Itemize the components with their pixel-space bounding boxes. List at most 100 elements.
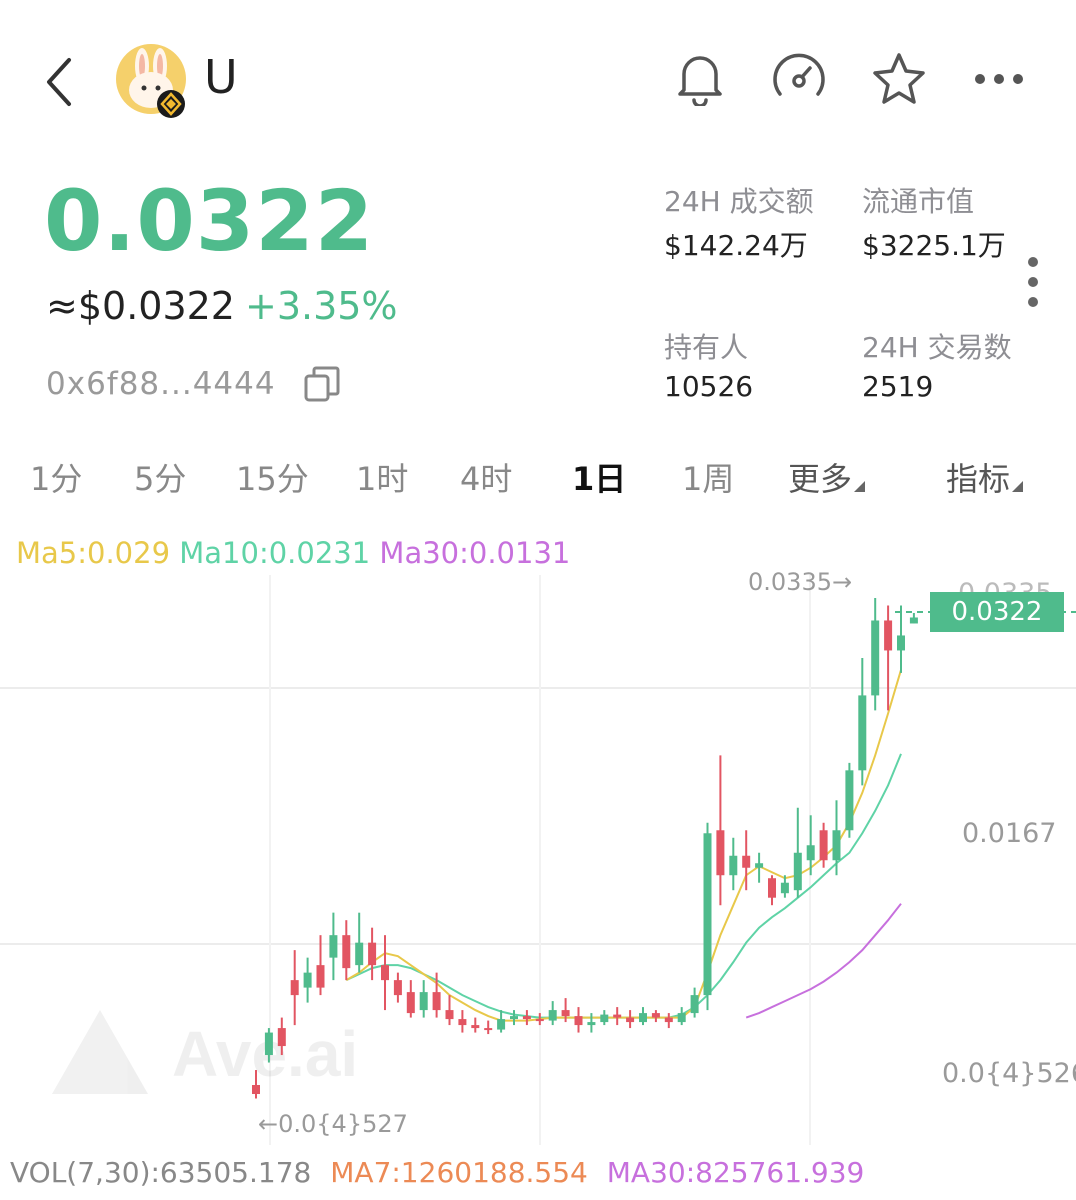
contract-address-row: 0x6f88...4444 xyxy=(46,364,342,404)
stat-label-tx-count: 24H 交易数 xyxy=(862,331,1012,364)
tab-1m[interactable]: 1分 xyxy=(30,454,82,500)
tab-more[interactable]: 更多 xyxy=(788,454,866,500)
ma30-value: Ma30:0.0131 xyxy=(379,536,571,570)
candle-body xyxy=(613,1014,622,1018)
ma-legend: Ma5:0.029 Ma10:0.0231 Ma30:0.0131 xyxy=(16,536,570,570)
candle-body xyxy=(664,1017,673,1023)
candle-body xyxy=(845,770,854,831)
candle-body xyxy=(716,830,725,876)
gauge-button[interactable] xyxy=(768,48,830,110)
low-marker: ←0.0{4}527 xyxy=(258,1110,408,1138)
stats-menu-button[interactable] xyxy=(1018,252,1048,312)
candle-body xyxy=(677,1013,686,1023)
candle-body xyxy=(484,1028,493,1031)
candle-body xyxy=(458,1019,467,1026)
candle-body xyxy=(768,878,776,898)
candle-body xyxy=(897,635,905,651)
favorite-button[interactable] xyxy=(868,48,930,110)
candle-body xyxy=(264,1032,273,1056)
candle-body xyxy=(729,855,738,876)
candlestick-chart[interactable]: Ave.ai xyxy=(0,575,1076,1145)
ma5-line xyxy=(345,669,902,1022)
watermark-logo: Ave.ai xyxy=(52,1010,358,1094)
contract-address: 0x6f88...4444 xyxy=(46,366,276,402)
candle-body xyxy=(342,935,351,969)
candle-body xyxy=(548,1010,557,1021)
alert-button[interactable] xyxy=(670,48,730,108)
candle-body xyxy=(368,942,377,966)
candle-body xyxy=(690,995,699,1014)
candle-body xyxy=(316,965,325,988)
current-price: 0.0322 xyxy=(44,172,375,270)
candle-body xyxy=(793,852,802,891)
candle-body xyxy=(832,830,841,861)
tab-1h[interactable]: 1时 xyxy=(356,454,408,500)
back-button[interactable] xyxy=(30,52,90,112)
more-options-button[interactable] xyxy=(968,56,1030,102)
candle-body xyxy=(909,617,918,624)
tab-indicators[interactable]: 指标 xyxy=(946,454,1024,500)
dropdown-triangle-icon xyxy=(854,481,866,492)
tab-4h[interactable]: 4时 xyxy=(460,454,512,500)
tab-indicators-label: 指标 xyxy=(946,460,1011,498)
stat-label-volume: 24H 成交额 xyxy=(664,185,814,218)
candle-body xyxy=(432,992,441,1011)
usd-price-row: ≈$0.0322 +3.35% xyxy=(46,284,398,328)
candle-body xyxy=(535,1019,544,1022)
ma30-line xyxy=(745,903,902,1019)
candle-body xyxy=(780,882,789,894)
stat-label-holders: 持有人 xyxy=(664,331,749,364)
candle-body xyxy=(303,972,312,988)
back-icon xyxy=(47,58,71,106)
vol-ma30-value: MA30:825761.939 xyxy=(606,1156,865,1189)
current-price-tag: 0.0322 xyxy=(930,592,1064,632)
tab-15m[interactable]: 15分 xyxy=(236,454,309,500)
y-axis-label-bottom: 0.0{4}526 xyxy=(942,1058,1076,1089)
candle-body xyxy=(252,1085,260,1095)
high-marker: 0.0335→ xyxy=(748,568,853,596)
candle-body xyxy=(639,1013,647,1023)
stat-value-holders: 10526 xyxy=(664,370,754,403)
dropdown-triangle-icon xyxy=(1012,481,1024,492)
stat-value-tx-count: 2519 xyxy=(862,370,934,403)
token-name: U xyxy=(204,50,238,104)
candle-body xyxy=(806,845,815,861)
ma10-value: Ma10:0.0231 xyxy=(179,536,371,570)
gauge-icon xyxy=(773,53,825,96)
candle-body xyxy=(561,1010,570,1017)
candle-body xyxy=(626,1017,635,1023)
star-icon xyxy=(873,53,925,104)
more-icon xyxy=(975,74,1023,84)
bell-icon xyxy=(678,56,722,106)
candle-body xyxy=(819,830,828,861)
candle-body xyxy=(871,620,880,696)
candle-body xyxy=(600,1014,609,1023)
candle-body xyxy=(755,863,764,868)
stat-value-market-cap: $3225.1万 xyxy=(862,229,1006,262)
candle-body xyxy=(510,1016,518,1020)
candle-body xyxy=(471,1025,480,1029)
tab-1d[interactable]: 1日 xyxy=(572,454,626,500)
copy-icon[interactable] xyxy=(302,364,342,404)
vol-ma7-value: MA7:1260188.554 xyxy=(330,1156,588,1189)
candle-body xyxy=(497,1019,506,1030)
candle-body xyxy=(587,1022,596,1026)
usd-price: ≈$0.0322 xyxy=(46,284,235,328)
candle-body xyxy=(858,695,867,771)
candle-body xyxy=(742,855,751,868)
vol-value: VOL(7,30):63505.178 xyxy=(10,1156,312,1189)
tab-1w[interactable]: 1周 xyxy=(682,454,734,500)
y-axis-label-mid: 0.0167 xyxy=(962,818,1057,849)
candle-body xyxy=(277,1028,286,1047)
stat-value-volume: $142.24万 xyxy=(664,229,808,262)
candle-body xyxy=(703,833,712,996)
candle-body xyxy=(651,1013,660,1018)
volume-legend: VOL(7,30):63505.178 MA7:1260188.554 MA30… xyxy=(10,1156,864,1189)
candle-body xyxy=(522,1016,531,1020)
vertical-dots-icon xyxy=(1028,257,1038,307)
candle-body xyxy=(290,980,299,996)
candle-body xyxy=(419,992,428,1011)
candle-body xyxy=(406,992,415,1014)
tab-5m[interactable]: 5分 xyxy=(134,454,186,500)
price-change: +3.35% xyxy=(244,284,398,328)
